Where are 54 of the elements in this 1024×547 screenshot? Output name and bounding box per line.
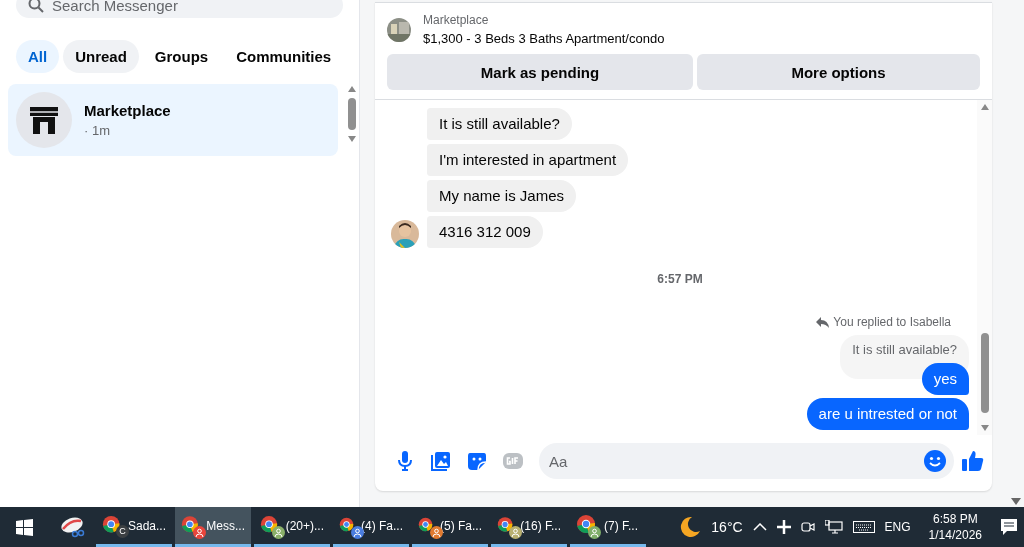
conversation-name: Marketplace xyxy=(84,102,171,119)
taskbar-app[interactable]: (4) Fa... xyxy=(333,507,409,547)
action-button[interactable]: Mark as pending xyxy=(387,54,693,90)
scroll-down-icon[interactable] xyxy=(1011,498,1021,505)
scrollbar-thumb[interactable] xyxy=(980,332,989,413)
taskbar-app[interactable]: (7) F... xyxy=(570,507,646,547)
plus-icon[interactable] xyxy=(776,520,791,534)
filter-tab[interactable]: Communities xyxy=(224,40,344,73)
emoji-icon[interactable] xyxy=(924,450,946,472)
clock[interactable]: 6:58 PM 1/14/2026 xyxy=(928,511,982,543)
camera-icon[interactable] xyxy=(800,520,815,534)
filter-tab[interactable]: Groups xyxy=(142,40,221,73)
scroll-down-icon[interactable] xyxy=(348,136,356,142)
language-indicator[interactable]: ENG xyxy=(884,520,911,534)
keyboard-icon[interactable] xyxy=(852,521,875,533)
filter-tab[interactable]: All xyxy=(16,40,60,73)
taskbar-app[interactable]: (16) F... xyxy=(491,507,567,547)
filter-tab[interactable]: Unread xyxy=(63,40,139,73)
timestamp: 6:57 PM xyxy=(657,272,703,286)
listing-thumbnail xyxy=(387,17,411,42)
message-input[interactable]: Aa xyxy=(539,443,954,479)
taskbar-app[interactable]: (20+)... xyxy=(254,507,330,547)
conversation-item[interactable]: Marketplace · 1m xyxy=(8,84,338,156)
scroll-up-icon[interactable] xyxy=(980,104,989,110)
conversation-time: · 1m xyxy=(84,123,111,138)
scroll-down-icon[interactable] xyxy=(980,425,989,431)
moon-icon xyxy=(679,516,702,538)
chevron-up-icon[interactable] xyxy=(752,523,767,531)
taskbar-app[interactable]: (5) Fa... xyxy=(412,507,488,547)
message-bubble: 4316 312 009 xyxy=(427,216,543,248)
listing-title: $1,300 - 3 Beds 3 Baths Apartment/condo xyxy=(423,31,665,46)
scrollbar-thumb[interactable] xyxy=(348,98,356,130)
listing-source: Marketplace xyxy=(423,13,490,27)
reply-icon xyxy=(816,316,830,328)
action-button[interactable]: More options xyxy=(697,54,980,90)
taskbar-app[interactable]: Mess... xyxy=(175,507,251,547)
image-icon[interactable] xyxy=(431,451,451,471)
search-field[interactable]: Search Messenger xyxy=(16,0,343,18)
scroll-up-icon[interactable] xyxy=(348,86,356,92)
snipping-tool-icon[interactable] xyxy=(59,515,85,539)
network-icon[interactable] xyxy=(824,520,843,534)
notification-icon[interactable] xyxy=(1000,518,1020,536)
message-bubble: It is still available? xyxy=(427,108,572,140)
thumbs-up-icon[interactable] xyxy=(962,450,984,472)
profile-badge: C xyxy=(116,525,129,538)
weather-temperature[interactable]: 16°C xyxy=(711,519,743,535)
reply-note: You replied to Isabella xyxy=(833,315,951,329)
message-bubble: are u intrested or not xyxy=(806,398,969,430)
sticker-icon[interactable] xyxy=(467,451,487,471)
windows-start-icon[interactable] xyxy=(15,518,33,536)
message-bubble: I'm interested in apartment xyxy=(427,144,629,176)
microphone-icon[interactable] xyxy=(398,451,412,471)
search-icon xyxy=(28,0,44,13)
message-bubble: My name is James xyxy=(427,180,577,212)
